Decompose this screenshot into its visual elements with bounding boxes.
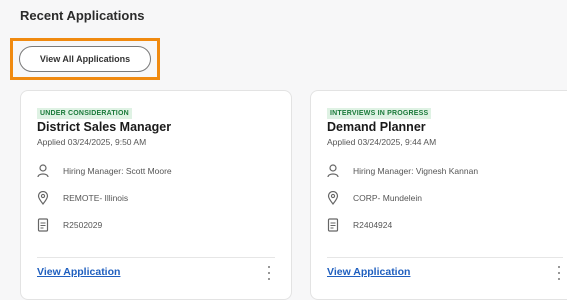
highlight-box: View All Applications bbox=[10, 38, 160, 80]
view-application-link[interactable]: View Application bbox=[37, 266, 120, 278]
card-divider bbox=[327, 257, 563, 258]
applied-date: Applied 03/24/2025, 9:50 AM bbox=[37, 137, 147, 147]
location-pin-icon bbox=[37, 191, 49, 205]
document-icon bbox=[37, 218, 49, 232]
view-all-applications-button[interactable]: View All Applications bbox=[19, 46, 151, 72]
job-title: Demand Planner bbox=[327, 120, 426, 134]
person-icon bbox=[37, 164, 49, 178]
hiring-manager-row: Hiring Manager: Vignesh Kannan bbox=[327, 164, 478, 178]
applied-date: Applied 03/24/2025, 9:44 AM bbox=[327, 137, 437, 147]
requisition-text: R2404924 bbox=[353, 220, 393, 230]
status-badge: INTERVIEWS IN PROGRESS bbox=[327, 108, 432, 119]
section-title: Recent Applications bbox=[20, 8, 145, 23]
status-badge: UNDER CONSIDERATION bbox=[37, 108, 132, 119]
requisition-text: R2502029 bbox=[63, 220, 103, 230]
location-text: CORP- Mundelein bbox=[353, 193, 422, 203]
document-icon bbox=[327, 218, 339, 232]
requisition-row: R2502029 bbox=[37, 218, 102, 232]
location-row: CORP- Mundelein bbox=[327, 191, 422, 205]
hiring-manager-text: Hiring Manager: Vignesh Kannan bbox=[353, 166, 479, 176]
hiring-manager-row: Hiring Manager: Scott Moore bbox=[37, 164, 172, 178]
more-vertical-icon[interactable] bbox=[265, 266, 273, 280]
person-icon bbox=[327, 164, 339, 178]
job-title: District Sales Manager bbox=[37, 120, 172, 134]
view-application-link[interactable]: View Application bbox=[327, 266, 410, 278]
hiring-manager-text: Hiring Manager: Scott Moore bbox=[63, 166, 172, 176]
location-pin-icon bbox=[327, 191, 339, 205]
location-text: REMOTE- Illinois bbox=[63, 193, 129, 203]
application-card: UNDER CONSIDERATION District Sales Manag… bbox=[20, 90, 292, 300]
card-divider bbox=[37, 257, 275, 258]
application-card: INTERVIEWS IN PROGRESS Demand Planner Ap… bbox=[310, 90, 567, 300]
requisition-row: R2404924 bbox=[327, 218, 392, 232]
more-vertical-icon[interactable] bbox=[555, 266, 563, 280]
location-row: REMOTE- Illinois bbox=[37, 191, 128, 205]
